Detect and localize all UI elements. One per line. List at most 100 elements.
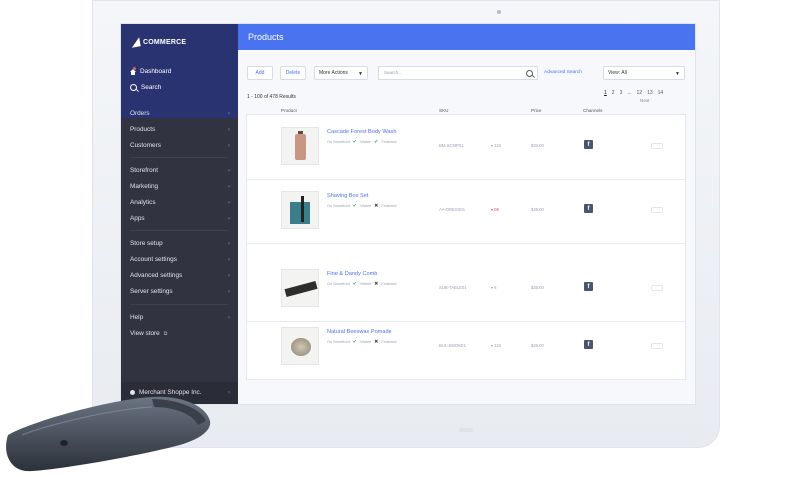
page-link[interactable]: 14 [658, 90, 664, 96]
sidebar-item-account-settings[interactable]: Account settings › [130, 256, 230, 263]
body-wash-image [295, 131, 306, 160]
view-filter-value: View: All [608, 70, 627, 76]
view-filter-select[interactable]: View: All ▼ [603, 66, 685, 80]
main-panel: Products Add Delete More Actions ▼ Searc… [238, 24, 695, 404]
sidebar: COMMERCE Dashboard Search Orders › Produc… [121, 24, 238, 404]
stock-value: 08 [494, 207, 499, 212]
x-icon: ✖ [374, 281, 379, 287]
home-icon [130, 66, 136, 75]
sidebar-item-label: Help [130, 314, 144, 321]
sidebar-item-search[interactable]: Search [130, 84, 230, 91]
facebook-channel-icon[interactable]: f [584, 282, 593, 291]
sidebar-item-label: Search [141, 84, 162, 91]
screen: COMMERCE Dashboard Search Orders › Produc… [121, 24, 695, 404]
shaving-set-image [290, 196, 310, 224]
chevron-right-icon: › [228, 142, 230, 149]
product-name-link[interactable]: Cascade Forest Body Wash [327, 129, 396, 135]
sidebar-item-label: Account settings [130, 256, 177, 263]
tag-label: Visible [360, 140, 372, 144]
notification-dot-icon [133, 66, 136, 70]
chevron-right-icon: › [228, 256, 230, 263]
stock-value: 116 [494, 343, 501, 348]
sidebar-item-label: Products [130, 126, 156, 133]
stock-level[interactable]: ▾ 116 [491, 143, 501, 148]
product-thumbnail[interactable] [281, 327, 319, 365]
stock-level[interactable]: ▾ 08 [491, 207, 499, 212]
sidebar-item-apps[interactable]: Apps › [130, 215, 230, 222]
more-options-icon[interactable] [651, 143, 663, 149]
product-name-link[interactable]: Shaving Box Set [327, 193, 368, 199]
sidebar-item-customers[interactable]: Customers › [130, 142, 230, 149]
delete-button[interactable]: Delete [280, 66, 306, 80]
stock-level[interactable]: ▾ 6 [491, 285, 496, 290]
product-thumbnail[interactable] [281, 269, 319, 307]
sidebar-divider [130, 304, 228, 305]
page-link[interactable]: 3 [620, 90, 623, 96]
tag-label: On Storefront [327, 140, 350, 144]
table-row[interactable]: Cascade Forest Body Wash On Storefront ✔… [247, 115, 685, 180]
sidebar-item-label: Store setup [130, 240, 163, 247]
sidebar-item-analytics[interactable]: Analytics › [130, 199, 230, 206]
chevron-right-icon: › [228, 199, 230, 206]
tag-label: Featured [381, 204, 397, 208]
check-icon: ✔ [352, 281, 357, 287]
sidebar-item-orders[interactable]: Orders › [130, 110, 230, 117]
product-price: $32.00 [531, 143, 544, 148]
more-options-icon[interactable] [651, 343, 663, 349]
brand-logo[interactable]: COMMERCE [130, 37, 186, 48]
column-header-price[interactable]: Price [531, 108, 541, 113]
more-options-icon[interactable] [651, 285, 663, 291]
sidebar-divider [130, 157, 228, 158]
sidebar-item-help[interactable]: Help › [130, 314, 230, 321]
sidebar-item-store-setup[interactable]: Store setup › [130, 240, 230, 247]
facebook-channel-icon[interactable]: f [584, 204, 593, 213]
product-sku: AA-DRESS01 [439, 207, 466, 212]
stock-level[interactable]: ▾ 116 [491, 343, 501, 348]
sidebar-item-dashboard[interactable]: Dashboard [130, 66, 230, 75]
sidebar-divider [130, 230, 228, 231]
tag-label: Featured [381, 340, 397, 344]
next-page-link[interactable]: Next [640, 98, 649, 103]
product-search-input[interactable]: Search... [378, 66, 538, 80]
facebook-channel-icon[interactable]: f [584, 140, 593, 149]
caret-down-icon: ▼ [358, 71, 363, 77]
more-actions-dropdown[interactable]: More Actions ▼ [314, 66, 368, 80]
tag-label: Visible [360, 204, 372, 208]
page-link[interactable]: 2 [612, 90, 615, 96]
sidebar-item-view-store[interactable]: View store ⧉ [130, 330, 230, 337]
comb-image [284, 280, 318, 298]
sidebar-item-products[interactable]: Products › [130, 126, 230, 133]
table-row[interactable]: Shaving Box Set On Storefront ✔ Visible ✖… [247, 179, 685, 244]
advanced-search-link[interactable]: Advanced Search [544, 70, 582, 75]
table-row[interactable]: Fine & Dandy Comb On Storefront ✔ Visible… [247, 257, 685, 322]
column-header-product[interactable]: Product [281, 108, 297, 113]
page-ellipsis: ... [627, 90, 632, 96]
page-header: Products [238, 24, 695, 50]
product-thumbnail[interactable] [281, 191, 319, 229]
product-name-link[interactable]: Fine & Dandy Comb [327, 271, 377, 277]
page-link[interactable]: 12 [637, 90, 643, 96]
sidebar-item-label: Marketing [130, 183, 159, 190]
product-thumbnail[interactable] [281, 127, 319, 165]
barcode-scanner-image [6, 396, 211, 472]
search-icon [130, 84, 137, 91]
product-name-link[interactable]: Natural Beeswax Pomade [327, 329, 392, 335]
table-row[interactable]: Natural Beeswax Pomade On Storefront ✔ Vi… [247, 315, 685, 380]
more-options-icon[interactable] [651, 207, 663, 213]
chevron-right-icon: › [228, 272, 230, 279]
page-link[interactable]: 1 [604, 90, 607, 96]
facebook-channel-icon[interactable]: f [584, 340, 593, 349]
product-price: $26.00 [531, 343, 544, 348]
add-button[interactable]: Add [247, 66, 273, 80]
tag-label: Visible [360, 340, 372, 344]
search-icon[interactable] [526, 70, 533, 77]
chevron-right-icon: › [228, 167, 230, 174]
column-header-sku[interactable]: SKU [439, 108, 448, 113]
sidebar-item-marketing[interactable]: Marketing › [130, 183, 230, 190]
stock-value: 116 [494, 143, 501, 148]
chevron-right-icon: › [228, 183, 230, 190]
sidebar-item-advanced-settings[interactable]: Advanced settings › [130, 272, 230, 279]
sidebar-item-storefront[interactable]: Storefront › [130, 167, 230, 174]
sidebar-item-server-settings[interactable]: Server settings › [130, 288, 230, 295]
page-link[interactable]: 13 [647, 90, 653, 96]
